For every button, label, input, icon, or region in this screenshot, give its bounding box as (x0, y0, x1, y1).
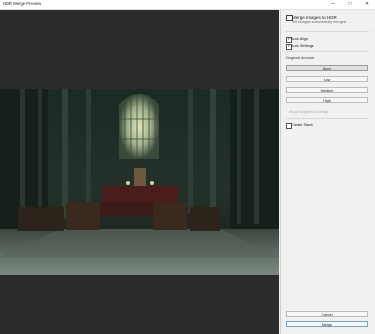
panel-title: Merge Images to HDR (292, 14, 337, 20)
preview-area (0, 10, 279, 334)
merge-button[interactable]: Merge (286, 321, 368, 327)
hdr-preview-image (0, 89, 279, 275)
deghost-none-button[interactable]: None (286, 65, 368, 71)
cancel-button[interactable]: Cancel (286, 311, 368, 317)
auto-settings-label: Auto Settings (291, 44, 314, 48)
minimize-icon[interactable]: – (326, 0, 340, 9)
auto-align-label: Auto Align (291, 37, 309, 41)
title-bar: HDR Merge Preview – □ ✕ (0, 0, 375, 10)
close-icon[interactable]: ✕ (360, 0, 374, 9)
merge-status: 4/5 images successfully merged (292, 20, 347, 24)
divider (286, 118, 369, 119)
maximize-icon[interactable]: □ (343, 0, 357, 9)
deghost-medium-button[interactable]: Medium (286, 87, 368, 93)
divider (286, 31, 369, 32)
deghost-high-button[interactable]: High (286, 97, 368, 103)
deghost-low-button[interactable]: Low (286, 76, 368, 82)
window-title: HDR Merge Preview (3, 1, 42, 6)
divider (286, 51, 369, 52)
create-stack-label: Create Stack (291, 123, 313, 127)
deghost-label: Deghost Amount (286, 56, 315, 60)
deghost-overlay-label: Show Deghost Overlay (289, 110, 328, 114)
